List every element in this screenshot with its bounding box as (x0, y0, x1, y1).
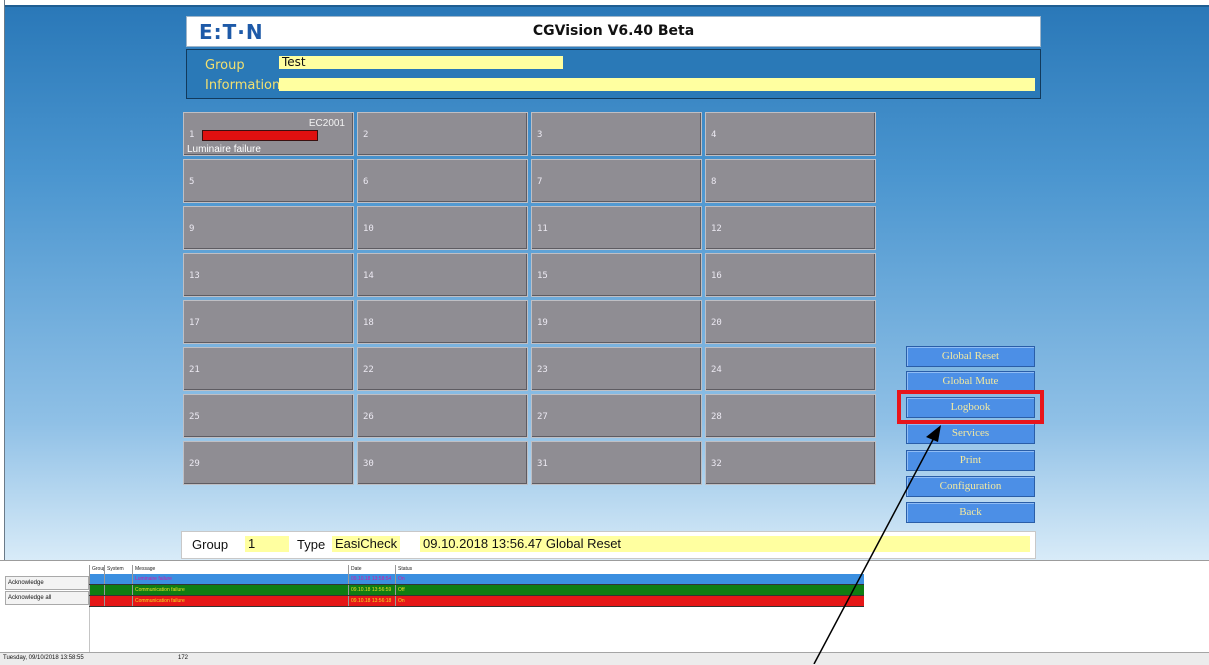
arrow-line (813, 433, 937, 664)
annotation-arrow (813, 425, 941, 664)
arrow-head (926, 425, 941, 442)
